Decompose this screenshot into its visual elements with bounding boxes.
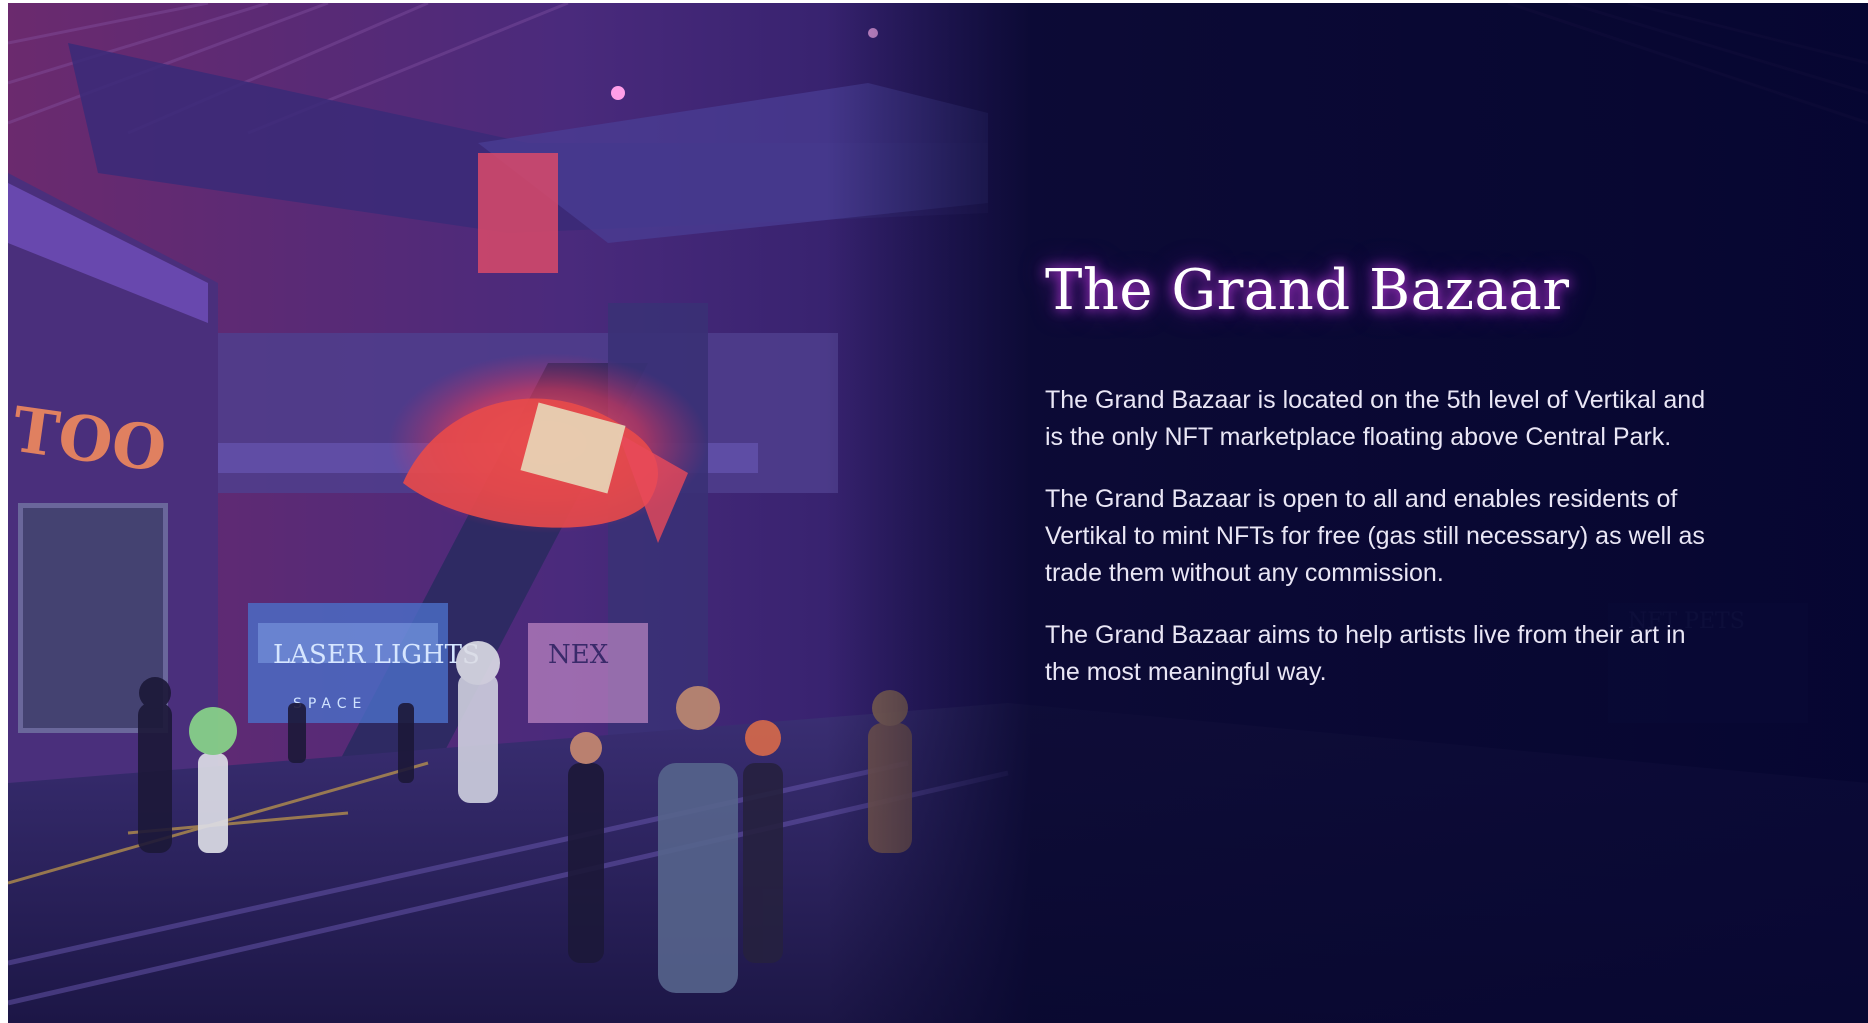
section-title: The Grand Bazaar [1045, 258, 1570, 323]
hero-section: TOO LASER LIGHTS SPACE NEX NFT PETS The … [8, 3, 1868, 1023]
description-paragraph-1: The Grand Bazaar is located on the 5th l… [1045, 386, 1706, 451]
description-paragraph-3: The Grand Bazaar aims to help artists li… [1045, 621, 1686, 686]
next-sign: NEX [548, 640, 609, 670]
description-paragraph-2: The Grand Bazaar is open to all and enab… [1045, 485, 1705, 587]
laser-lights-sign: LASER LIGHTS [273, 640, 480, 670]
bazaar-description: The Grand Bazaar The Grand Bazaar is loc… [1045, 258, 1725, 716]
